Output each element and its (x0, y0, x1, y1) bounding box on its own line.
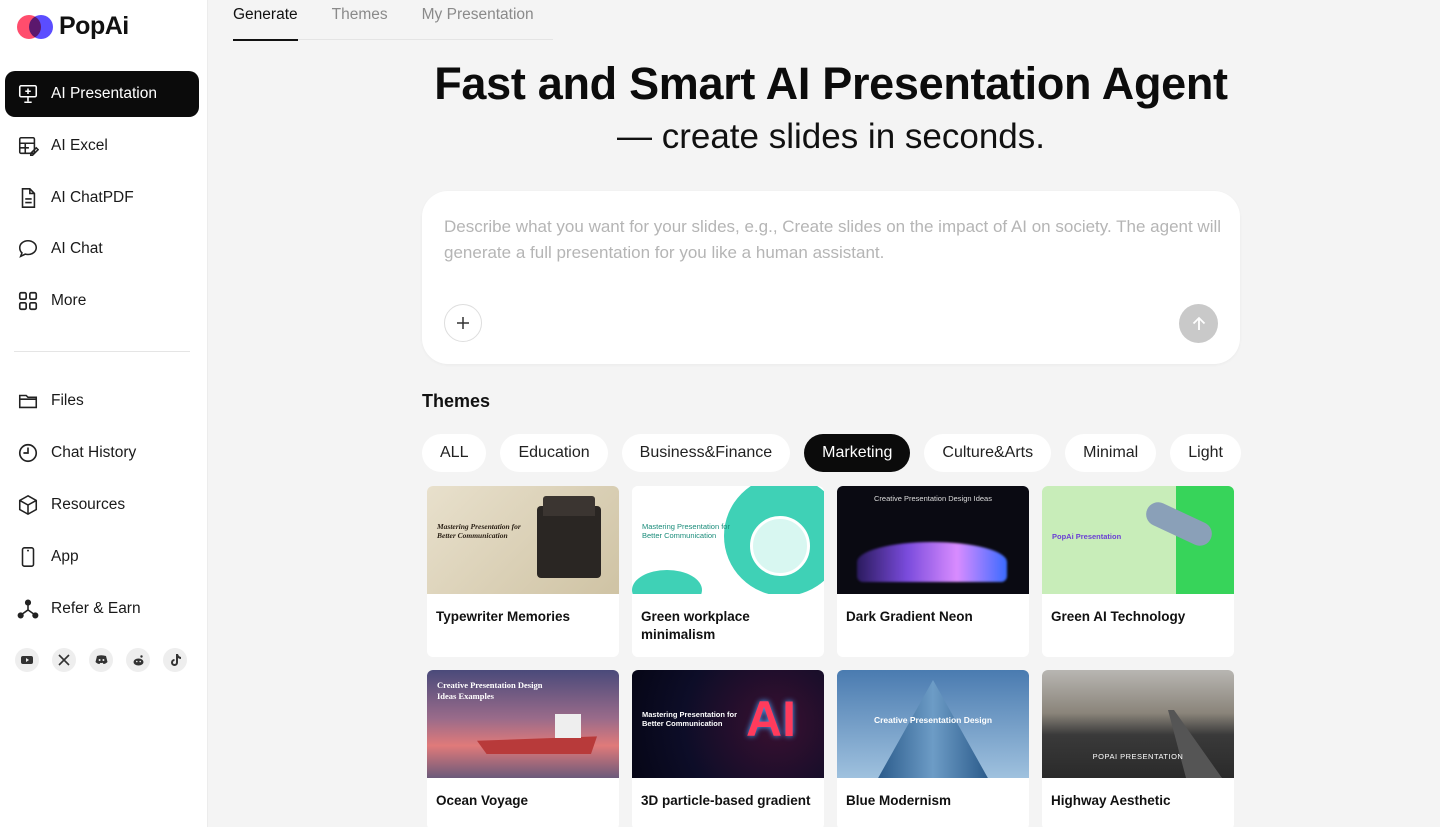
sidebar-item-more[interactable]: More (5, 278, 199, 324)
prompt-input[interactable]: Describe what you want for your slides, … (444, 214, 1224, 266)
theme-card-title: Blue Modernism (846, 793, 952, 808)
sidebar-item-chat-history[interactable]: Chat History (5, 430, 199, 476)
grid-icon (16, 289, 40, 313)
theme-thumbnail: Creative Presentation Design Ideas Examp… (427, 670, 619, 778)
folder-icon (16, 389, 40, 413)
theme-thumbnail: Creative Presentation Design Ideas (837, 486, 1029, 594)
theme-filter-chips: ALL Education Business&Finance Marketing… (422, 434, 1242, 472)
theme-card-title: Green AI Technology (1051, 609, 1186, 624)
chip-business-finance[interactable]: Business&Finance (621, 434, 791, 472)
sidebar-item-label: Refer & Earn (51, 600, 141, 617)
send-button[interactable] (1179, 304, 1218, 343)
theme-thumbnail: AI Mastering Presentation for Better Com… (632, 670, 824, 778)
phone-icon (16, 545, 40, 569)
tab-themes[interactable]: Themes (332, 0, 388, 40)
theme-card-title: Dark Gradient Neon (846, 609, 973, 624)
sidebar-item-label: Resources (51, 496, 126, 513)
chip-education[interactable]: Education (500, 434, 608, 472)
theme-thumbnail: Creative Presentation Design (837, 670, 1029, 778)
theme-thumbnail: PopAi Presentation (1042, 486, 1234, 594)
sidebar-item-resources[interactable]: Resources (5, 482, 199, 528)
sidebar-item-files[interactable]: Files (5, 378, 199, 424)
chat-bubble-icon (16, 237, 40, 261)
discord-icon[interactable] (89, 648, 113, 672)
prompt-box: Describe what you want for your slides, … (422, 191, 1240, 364)
popai-logo-icon (17, 13, 55, 41)
sidebar-item-label: AI ChatPDF (51, 189, 134, 206)
theme-card-title: Highway Aesthetic (1051, 793, 1171, 808)
chip-culture-arts[interactable]: Culture&Arts (924, 434, 1052, 472)
theme-card-highway-aesthetic[interactable]: POPAI PRESENTATION Highway Aesthetic (1042, 670, 1234, 827)
youtube-icon[interactable] (15, 648, 39, 672)
social-links (15, 648, 187, 672)
theme-card-title: Green workplace minimalism (641, 609, 750, 642)
add-attachment-button[interactable] (444, 304, 482, 342)
theme-card-title: Ocean Voyage (436, 793, 529, 808)
hero-subtitle: — create slides in seconds. (617, 117, 1045, 156)
sidebar-item-label: App (51, 548, 79, 565)
theme-card-dark-gradient-neon[interactable]: Creative Presentation Design Ideas Dark … (837, 486, 1029, 657)
brand-logo[interactable]: PopAi (17, 12, 129, 41)
arrow-up-icon (1192, 316, 1205, 330)
theme-thumbnail: Mastering Presentation for Better Commun… (427, 486, 619, 594)
theme-card-title: Typewriter Memories (436, 609, 571, 624)
sidebar-item-ai-chat[interactable]: AI Chat (5, 226, 199, 272)
x-icon[interactable] (52, 648, 76, 672)
theme-card-title: 3D particle-based gradient (641, 793, 811, 808)
tab-generate[interactable]: Generate (233, 0, 298, 41)
document-icon (16, 186, 40, 210)
themes-heading: Themes (422, 391, 491, 411)
theme-thumbnail: Mastering Presentation for Better Commun… (632, 486, 824, 594)
reddit-icon[interactable] (126, 648, 150, 672)
sidebar-item-label: Files (51, 392, 84, 409)
hero-title: Fast and Smart AI Presentation Agent (434, 58, 1228, 109)
sidebar-item-label: Chat History (51, 444, 137, 461)
top-tabs: Generate Themes My Presentation (233, 0, 553, 41)
clock-icon (16, 441, 40, 465)
sidebar-divider (14, 351, 190, 352)
theme-card-blue-modernism[interactable]: Creative Presentation Design Blue Modern… (837, 670, 1029, 827)
sidebar-item-ai-chatpdf[interactable]: AI ChatPDF (5, 175, 199, 221)
chip-light[interactable]: Light (1170, 434, 1241, 472)
sidebar-item-refer-earn[interactable]: Refer & Earn (5, 586, 199, 632)
theme-card-green-ai-technology[interactable]: PopAi Presentation Green AI Technology (1042, 486, 1234, 657)
sidebar-item-label: AI Chat (51, 240, 103, 257)
plus-icon (457, 317, 469, 329)
box-icon (16, 493, 40, 517)
theme-card-typewriter-memories[interactable]: Mastering Presentation for Better Commun… (427, 486, 619, 657)
theme-card-green-workplace-minimalism[interactable]: Mastering Presentation for Better Commun… (632, 486, 824, 657)
theme-card-3d-particle-gradient[interactable]: AI Mastering Presentation for Better Com… (632, 670, 824, 827)
tiktok-icon[interactable] (163, 648, 187, 672)
brand-name: PopAi (59, 12, 129, 40)
sidebar-item-app[interactable]: App (5, 534, 199, 580)
theme-card-ocean-voyage[interactable]: Creative Presentation Design Ideas Examp… (427, 670, 619, 827)
chip-minimal[interactable]: Minimal (1065, 434, 1157, 472)
share-icon (16, 597, 40, 621)
sidebar-item-label: More (51, 292, 87, 309)
chip-all[interactable]: ALL (422, 434, 487, 472)
chip-marketing[interactable]: Marketing (804, 434, 911, 472)
theme-thumbnail: POPAI PRESENTATION (1042, 670, 1234, 778)
tab-my-presentation[interactable]: My Presentation (422, 0, 534, 40)
